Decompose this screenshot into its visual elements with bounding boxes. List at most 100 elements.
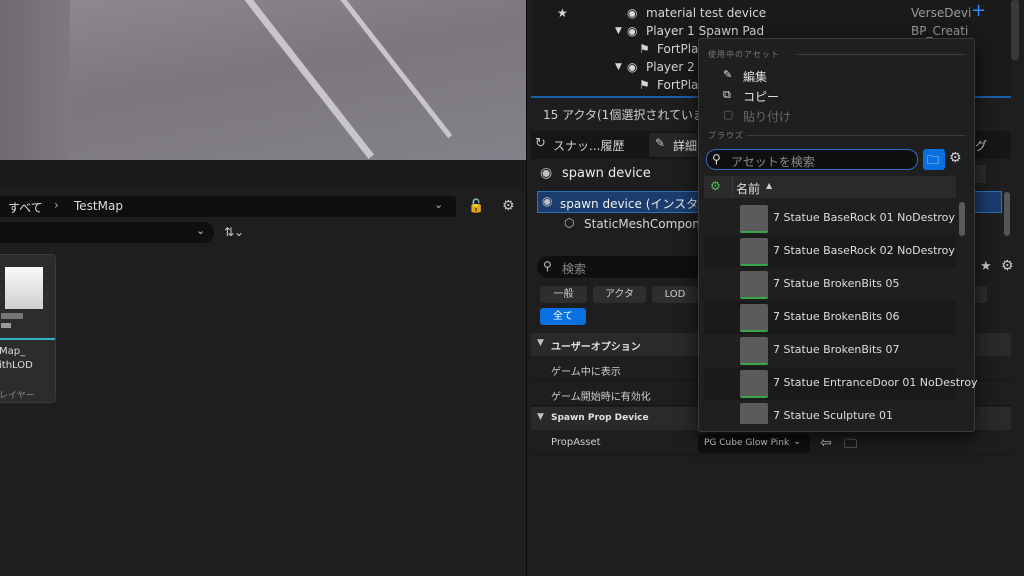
asset-name: 7 Statue EntranceDoor 01 NoDestroy	[773, 376, 978, 389]
flag-icon: ⚑	[639, 42, 650, 56]
prop-asset-value: PG Cube Glow Pink	[704, 438, 790, 448]
asset-tile[interactable]: Map_ ithLOD レイヤー	[0, 254, 56, 403]
add-icon[interactable]: +	[971, 2, 986, 20]
lock-icon[interactable]: 🔓	[468, 199, 484, 214]
outliner-type: VerseDevi	[911, 6, 972, 20]
breadcrumb[interactable]: すべて › TestMap ⌄	[0, 196, 456, 217]
divider	[747, 135, 965, 136]
outliner-row-icon: ◉	[627, 60, 638, 74]
search-placeholder: 検索	[562, 262, 587, 276]
outliner-row-icon: ◉	[627, 6, 638, 20]
gear-icon[interactable]: ⚙	[1001, 258, 1014, 274]
tab-other[interactable]: グ	[975, 137, 987, 154]
outliner-row-icon: ◉	[627, 24, 638, 38]
viewport-shadow	[0, 0, 70, 160]
outliner-row-fortplayer[interactable]: FortPla	[657, 40, 698, 58]
section-current-asset: 使用中のアセット	[708, 50, 780, 59]
browse-folder-icon[interactable]: 🗀	[844, 435, 857, 457]
list-item[interactable]: 7 Statue BrokenBits 05	[704, 268, 956, 301]
asset-name-line2: ithLOD	[0, 360, 33, 371]
list-item[interactable]: 7 Statue BrokenBits 07	[704, 334, 956, 367]
flag-icon: ⚑	[639, 78, 650, 92]
level-viewport[interactable]	[0, 0, 526, 160]
content-browser	[0, 190, 526, 576]
asset-thumbnail	[740, 403, 768, 424]
filter-dropdown[interactable]: ⌄	[0, 222, 214, 243]
details-search-input[interactable]: ⚲ 検索	[537, 256, 699, 278]
outliner-scrollbar[interactable]	[1011, 0, 1019, 60]
list-item[interactable]: 7 Statue BrokenBits 06	[704, 301, 956, 334]
asset-thumbnail	[740, 271, 768, 299]
list-item[interactable]: 7 Statue Sculpture 01	[704, 400, 956, 424]
search-placeholder: アセットを検索	[731, 155, 815, 169]
road-line	[233, 0, 374, 159]
asset-thumbnail	[5, 267, 43, 309]
sort-icon[interactable]: ⇅⌄	[224, 225, 244, 239]
component-static-mesh[interactable]: StaticMeshCompone	[584, 217, 707, 231]
folder-filter-button[interactable]: 🗀	[923, 149, 945, 170]
breadcrumb-testmap[interactable]: TestMap	[74, 199, 123, 213]
asset-name: 7 Statue BrokenBits 06	[773, 310, 900, 323]
list-item[interactable]: 7 Statue BaseRock 02 NoDestroy	[704, 235, 956, 268]
filter-more-button[interactable]	[975, 286, 987, 303]
prop-asset-dropdown[interactable]: PG Cube Glow Pink ⌄	[698, 434, 810, 453]
collapse-arrow-icon: ▼	[537, 338, 544, 348]
prop-label: PropAsset	[551, 437, 601, 448]
asset-list-header: ⚙ 名前 ▲	[704, 176, 956, 198]
source-control-icon: ⚙	[710, 179, 721, 193]
road-line	[312, 0, 453, 139]
actor-icon: ◉	[542, 194, 553, 208]
cube-icon: ⬡	[564, 216, 575, 230]
filter-general-button[interactable]: 一般	[540, 286, 587, 303]
asset-thumbnail	[740, 205, 768, 233]
list-item[interactable]: 7 Statue EntranceDoor 01 NoDestroy	[704, 367, 978, 400]
asset-picker-popup: 使用中のアセット ✎ 編集 ⧉ コピー ▢ 貼り付け ブラウズ ⚲ アセットを検…	[698, 38, 978, 432]
chevron-down-icon[interactable]: ⌄	[434, 198, 443, 211]
copy-icon: ⧉	[723, 88, 731, 101]
asset-name: 7 Statue BrokenBits 07	[773, 343, 900, 356]
expand-arrow-icon[interactable]: ▼	[615, 58, 622, 76]
use-selected-icon[interactable]: ⇦	[820, 435, 832, 451]
pencil-icon: ✎	[655, 136, 666, 150]
column-name-header[interactable]: 名前	[736, 180, 760, 197]
asset-type-stripe	[0, 338, 55, 340]
prop-label: ゲーム開始時に有効化	[551, 392, 651, 403]
collapse-arrow-icon: ▼	[537, 412, 544, 422]
list-item[interactable]: 7 Statue BaseRock 01 NoDestroy	[704, 202, 956, 235]
gear-icon[interactable]: ⚙	[949, 150, 962, 166]
outliner-row-fortplayer2[interactable]: FortPla	[657, 76, 698, 94]
star-icon[interactable]: ★	[980, 259, 992, 274]
gear-icon[interactable]: ⚙	[502, 198, 515, 214]
folder-icon: 🗀	[927, 153, 940, 167]
prop-label: ゲーム中に表示	[551, 367, 621, 378]
menu-paste[interactable]: 貼り付け	[743, 108, 791, 125]
outliner-row-material-test[interactable]: material test device	[646, 4, 766, 22]
paste-icon: ▢	[723, 108, 734, 121]
asset-thumbnail	[740, 238, 768, 266]
filter-actor-button[interactable]: アクタ	[593, 286, 646, 303]
search-icon: ⚲	[543, 259, 552, 273]
asset-list-scrollbar[interactable]	[959, 202, 965, 236]
asset-thumbnail	[740, 337, 768, 365]
menu-copy[interactable]: コピー	[743, 88, 779, 105]
asset-search-input[interactable]: ⚲ アセットを検索	[706, 149, 918, 170]
filter-all-button[interactable]: 全て	[540, 308, 586, 325]
asset-thumbnail	[740, 370, 768, 398]
filter-lod-button[interactable]: LOD	[652, 286, 698, 303]
expand-arrow-icon[interactable]: ▼	[615, 22, 622, 40]
tab-snapshot-history[interactable]: スナッ...履歴	[553, 137, 624, 154]
pencil-icon: ✎	[723, 68, 733, 81]
breadcrumb-all[interactable]: すべて	[8, 199, 43, 216]
asset-type-label: レイヤー	[0, 391, 35, 401]
component-label: spawn device (インスタン	[560, 197, 711, 211]
actor-icon: ◉	[540, 165, 553, 181]
asset-name: 7 Statue BrokenBits 05	[773, 277, 900, 290]
menu-edit[interactable]: 編集	[743, 68, 767, 85]
section-title: Spawn Prop Device	[551, 413, 649, 423]
components-scrollbar[interactable]	[1004, 192, 1010, 236]
asset-thumbnail-bar	[1, 313, 23, 319]
actor-count-status: 15 アクタ(1個選択されていま	[543, 108, 705, 122]
asset-name-line1: Map_	[0, 346, 26, 357]
asset-name: 7 Statue Sculpture 01	[773, 409, 893, 422]
chevron-down-icon: ⌄	[196, 224, 206, 237]
